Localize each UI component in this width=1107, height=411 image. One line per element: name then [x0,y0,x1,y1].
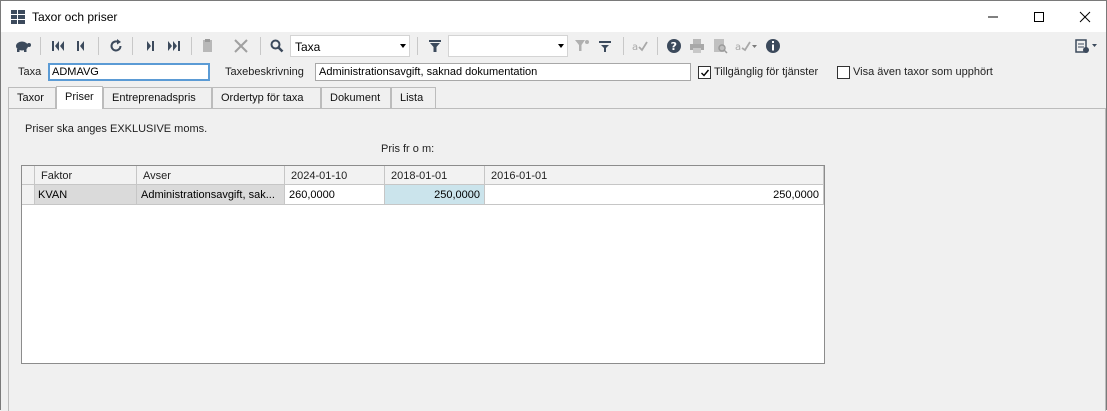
search-field-combo[interactable]: Taxa [290,35,410,57]
search-button[interactable] [268,37,286,55]
title-bar: Taxor och priser [1,1,1106,32]
paste-icon [203,39,212,52]
vat-note: Priser ska anges EXKLUSIVE moms. [25,123,208,135]
price-from-label: Pris fr o m: [381,143,435,155]
next-record-icon [147,41,154,51]
svg-text:a: a [632,42,638,53]
previous-record-button[interactable] [72,37,90,55]
tab-dokument[interactable]: Dokument [321,87,391,108]
tab-entreprenadspris[interactable]: Entreprenadspris [103,87,212,108]
row-header-corner [22,166,35,185]
spellcheck-icon: a [632,41,648,53]
previous-record-icon [77,41,84,51]
paste-button[interactable] [199,37,217,55]
show-expired-label: Visa även taxor som upphört [853,66,993,78]
svg-text:?: ? [671,40,677,53]
layout-settings-button[interactable] [1074,37,1102,55]
maximize-button[interactable] [1016,1,1062,32]
print-preview-button[interactable] [711,37,729,55]
delete-button[interactable] [232,37,250,55]
filter-icon [429,40,441,52]
app-grid-icon [11,10,25,24]
clear-filter-icon [599,41,611,52]
description-input[interactable]: Administrationsavgift, saknad dokumentat… [315,63,691,81]
window: Taxor och priser Taxa a ? a Taxa ADMAVG … [0,0,1107,411]
turtle-icon [16,41,31,52]
show-expired-checkbox[interactable] [837,66,850,79]
description-label: Taxebeskrivning [225,66,304,78]
search-icon [270,39,284,53]
window-title: Taxor och priser [32,10,118,24]
sign-button[interactable]: a [734,37,758,55]
layout-settings-icon [1075,39,1097,53]
chevron-down-icon [400,44,406,48]
search-field-value: Taxa [295,40,321,54]
column-header-avser[interactable]: Avser [137,166,285,185]
taxa-input[interactable]: ADMAVG [48,63,210,81]
filter-button[interactable] [426,37,444,55]
print-button[interactable] [688,37,706,55]
first-record-button[interactable] [49,37,67,55]
filter-combo[interactable] [448,35,568,57]
tab-taxor[interactable]: Taxor [8,87,56,108]
first-record-icon [52,41,64,51]
chevron-down-icon [558,44,564,48]
cell-price-3[interactable]: 250,0000 [485,185,824,205]
toolbar: Taxa a ? a [1,32,1106,60]
svg-text:a: a [735,42,741,53]
column-header-date-3[interactable]: 2016-01-01 [485,166,824,185]
tab-lista[interactable]: Lista [391,87,436,108]
filter-settings-icon [575,40,589,51]
tab-priser[interactable]: Priser [56,86,103,109]
close-button[interactable] [1062,1,1107,32]
available-checkbox[interactable] [698,66,711,79]
last-record-button[interactable] [165,37,183,55]
info-button[interactable] [764,37,782,55]
spellcheck-button[interactable]: a [631,37,649,55]
sign-icon: a [735,41,757,53]
info-icon [766,39,780,53]
column-header-faktor[interactable]: Faktor [35,166,137,185]
print-icon [690,39,704,53]
cell-price-2[interactable]: 250,0000 [385,185,485,205]
available-label: Tillgänglig för tjänster [714,66,819,78]
column-header-date-1[interactable]: 2024-01-10 [285,166,385,185]
cell-faktor[interactable]: KVAN [35,185,137,205]
minimize-icon [988,16,998,18]
turtle-button[interactable] [14,37,32,55]
delete-icon [234,39,248,53]
filter-settings-button[interactable] [573,37,591,55]
maximize-icon [1034,12,1044,22]
close-icon [1079,11,1091,23]
taxa-label: Taxa [18,66,42,78]
minimize-button[interactable] [970,1,1016,32]
tab-ordertyp[interactable]: Ordertyp för taxa [212,87,321,108]
row-selector[interactable] [22,185,35,205]
clear-filter-button[interactable] [596,37,614,55]
column-header-date-2[interactable]: 2018-01-01 [385,166,485,185]
next-record-button[interactable] [141,37,159,55]
print-preview-icon [714,39,728,54]
last-record-icon [168,41,180,51]
checkmark-icon [701,69,710,77]
cell-price-1[interactable]: 260,0000 [285,185,385,205]
refresh-button[interactable] [107,37,125,55]
help-icon: ? [667,39,681,53]
price-grid: Faktor Avser 2024-01-10 2018-01-01 2016-… [21,165,825,364]
cell-avser[interactable]: Administrationsavgift, sak... [137,185,285,205]
refresh-icon [110,39,122,52]
help-button[interactable]: ? [665,37,683,55]
